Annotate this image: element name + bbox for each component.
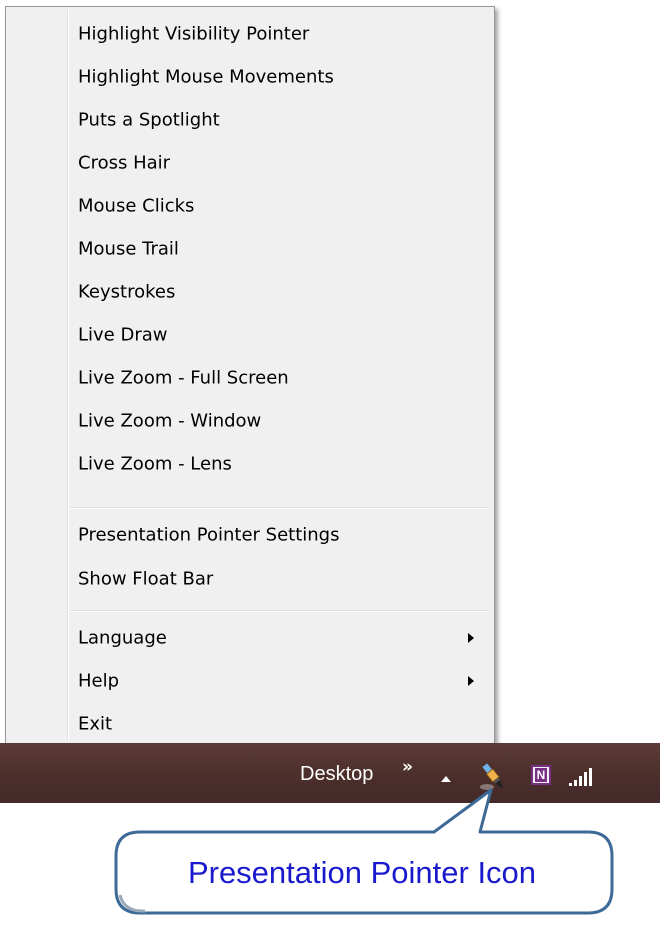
callout-text: Presentation Pointer Icon	[187, 855, 537, 890]
callout-bubble	[114, 788, 614, 915]
screenshot-stage: Highlight Visibility Pointer Highlight M…	[0, 0, 660, 929]
